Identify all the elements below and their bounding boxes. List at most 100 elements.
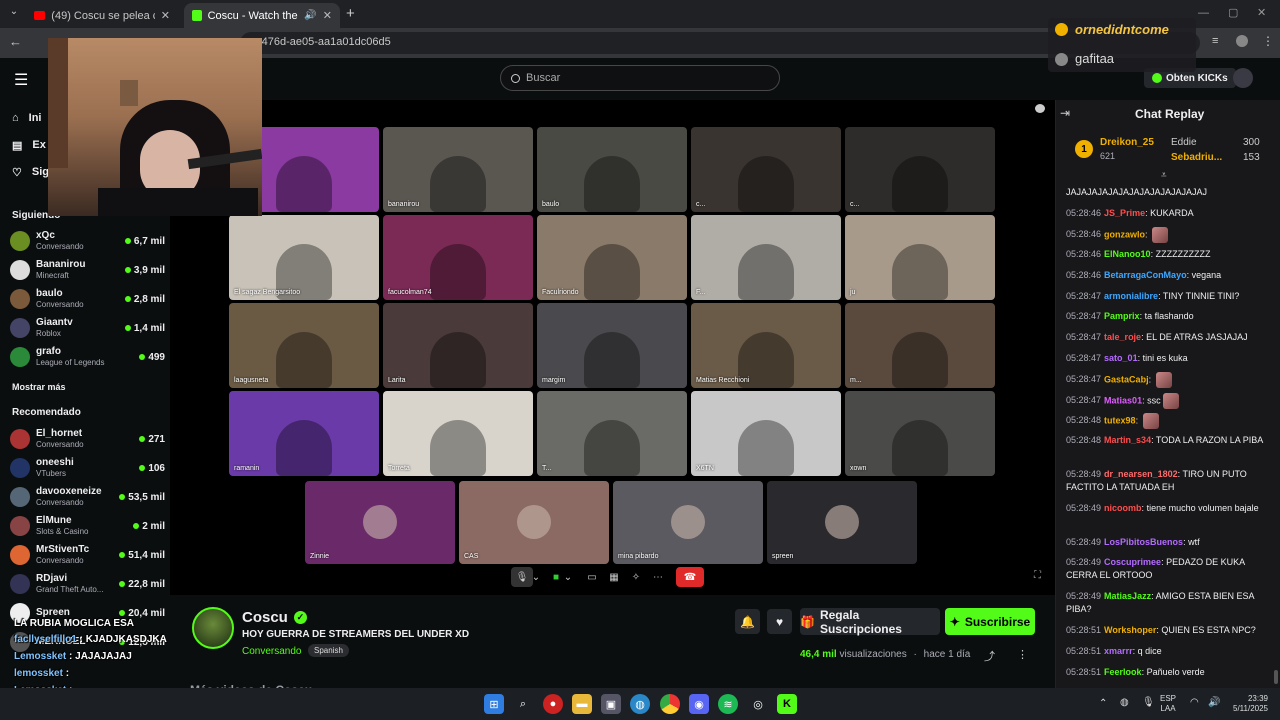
participant-tile[interactable]: Torreta	[383, 391, 533, 476]
message-username[interactable]: MatiasJazz	[1104, 591, 1151, 601]
share-icon[interactable]: ⤴	[984, 648, 995, 664]
sidebar-channel-oneeshi[interactable]: oneeshi VTubers 106	[10, 453, 165, 483]
message-username[interactable]: Workshoper	[1104, 625, 1156, 635]
message-username[interactable]: Matias01	[1104, 395, 1142, 405]
chat-bubble-icon[interactable]	[1035, 104, 1045, 113]
sidebar-channel-bananirou[interactable]: Bananirou Minecraft 3,9 mil	[10, 255, 165, 285]
close-window-icon[interactable]: ✕	[1257, 6, 1266, 19]
participant-tile[interactable]: F...	[691, 215, 841, 300]
participant-tile[interactable]: Larita	[383, 303, 533, 388]
message-username[interactable]: tale_roje	[1104, 332, 1141, 342]
explorer-icon[interactable]: ▬	[572, 694, 592, 714]
sidebar-channel-mrstiventc[interactable]: MrStivenTc Conversando 51,4 mil	[10, 540, 165, 570]
app-red-icon[interactable]: ●	[543, 694, 563, 714]
participant-tile[interactable]: X6TN	[691, 391, 841, 476]
gift-subs-button[interactable]: 🎁 Regala Suscripciones	[800, 608, 940, 636]
participant-tile[interactable]: margim	[537, 303, 687, 388]
participant-tile[interactable]: T...	[537, 391, 687, 476]
participant-tile[interactable]: Zinnie	[305, 481, 455, 564]
tray-chevron-icon[interactable]: ⌃	[1099, 698, 1107, 709]
tray-mic-icon[interactable]: 🎙	[1142, 697, 1155, 708]
camera-options-icon[interactable]: ⌄	[562, 567, 574, 587]
taskbar-search-icon[interactable]: ⌕	[513, 694, 533, 714]
close-icon[interactable]: ✕	[161, 9, 170, 22]
message-username[interactable]: ElNanoo10	[1104, 249, 1151, 259]
kick-app-icon[interactable]: K	[777, 694, 797, 714]
start-icon[interactable]: ⊞	[484, 694, 504, 714]
nav-following[interactable]: ♡ Sig	[12, 166, 49, 179]
participant-tile[interactable]: facucolman74	[383, 215, 533, 300]
back-icon[interactable]: ←	[9, 34, 22, 49]
sidebar-channel-giaantv[interactable]: Giaantv Roblox 1,4 mil	[10, 313, 165, 343]
minimize-icon[interactable]: —	[1198, 7, 1209, 19]
message-username[interactable]: xmarrr	[1104, 646, 1133, 656]
tab-kick[interactable]: Coscu - Watch the VOD on 🔊 ✕	[184, 3, 340, 28]
discord-icon[interactable]: ◉	[689, 694, 709, 714]
grid-view-icon[interactable]: ▦	[603, 567, 625, 587]
speaker-icon[interactable]: 🔊	[304, 10, 316, 21]
participant-tile[interactable]: mina pibardo	[613, 481, 763, 564]
participant-tile[interactable]: m...	[845, 303, 995, 388]
reading-list-icon[interactable]: ≡	[1212, 35, 1218, 47]
search-input[interactable]: Buscar	[500, 65, 780, 91]
participant-tile[interactable]: bananirou	[383, 127, 533, 212]
maximize-icon[interactable]: ▢	[1228, 6, 1238, 19]
sidebar-channel-elmune[interactable]: ElMune Slots & Casino 2 mil	[10, 511, 165, 541]
message-username[interactable]: LosPibitosBuenos	[1104, 537, 1183, 547]
subscribe-button[interactable]: ✦ Suscribirse	[945, 608, 1035, 635]
profile-icon[interactable]	[1236, 35, 1248, 47]
tray-network-icon[interactable]: ◍	[1120, 697, 1129, 708]
hamburger-icon[interactable]: ☰	[14, 70, 28, 90]
participant-tile[interactable]: baulo	[537, 127, 687, 212]
nav-home[interactable]: ⌂ Ini	[12, 112, 42, 124]
options-icon[interactable]: ⋮	[1017, 648, 1028, 661]
new-tab-button[interactable]: +	[346, 5, 355, 22]
mic-options-icon[interactable]: ⌄	[530, 567, 542, 587]
participant-tile[interactable]: laagusneta	[229, 303, 379, 388]
participant-tile[interactable]: Matias Recchioni	[691, 303, 841, 388]
sidebar-channel-rdjavi[interactable]: RDjavi Grand Theft Auto... 22,8 mil	[10, 569, 165, 599]
more-options-icon[interactable]: ⋯	[647, 567, 669, 587]
show-more-link[interactable]: Mostrar más	[12, 382, 66, 392]
participant-tile[interactable]: ramanin	[229, 391, 379, 476]
message-username[interactable]: BetarragaConMayo	[1104, 270, 1187, 280]
language-indicator[interactable]: ESP LAA	[1160, 694, 1176, 714]
message-username[interactable]: Coscuprimee	[1104, 557, 1161, 567]
sidebar-channel-grafo[interactable]: grafo League of Legends 499	[10, 342, 165, 372]
participant-tile[interactable]: CAS	[459, 481, 609, 564]
share-screen-icon[interactable]: ▭	[581, 567, 603, 587]
message-username[interactable]: Martin_s34	[1104, 435, 1151, 445]
participant-tile[interactable]: Faculriondo	[537, 215, 687, 300]
collapse-chat-icon[interactable]: ⇥	[1060, 106, 1070, 120]
participant-tile[interactable]: spreen	[767, 481, 917, 564]
message-username[interactable]: armonialibre	[1104, 291, 1158, 301]
tab-youtube[interactable]: (49) Coscu se pelea con Baulo c ✕	[26, 3, 178, 28]
nav-explore[interactable]: ▤ Ex	[12, 139, 46, 152]
message-username[interactable]: dr_nearsen_1802	[1104, 469, 1178, 479]
message-username[interactable]: Pamprix	[1104, 311, 1140, 321]
menu-icon[interactable]: ⋮	[1262, 34, 1274, 48]
follow-button[interactable]: ♥	[767, 609, 792, 634]
participant-tile[interactable]: ju	[845, 215, 995, 300]
message-username[interactable]: GastaCabj	[1104, 374, 1149, 384]
fullscreen-icon[interactable]: ⛶	[1034, 570, 1041, 581]
effects-icon[interactable]: ✧	[625, 567, 647, 587]
volume-icon[interactable]: 🔊	[1208, 697, 1220, 708]
app-grey-icon[interactable]: ▣	[601, 694, 621, 714]
tab-search-button[interactable]: ⌄	[6, 6, 22, 22]
participant-tile[interactable]: c...	[845, 127, 995, 212]
message-username[interactable]: JS_Prime	[1104, 208, 1145, 218]
clock[interactable]: 23:39 5/11/2025	[1224, 694, 1268, 714]
notifications-button[interactable]: 🔔	[735, 609, 760, 634]
user-avatar[interactable]	[1233, 68, 1253, 88]
message-username[interactable]: tutex98	[1104, 415, 1136, 425]
end-call-button[interactable]: ☎	[676, 567, 704, 587]
message-username[interactable]: gonzawlo	[1104, 229, 1145, 239]
sidebar-channel-el_hornet[interactable]: El_hornet Conversando 271	[10, 424, 165, 454]
participant-tile[interactable]: El sagaz Bengarsitoo	[229, 215, 379, 300]
app-blue-icon[interactable]: ◍	[630, 694, 650, 714]
message-username[interactable]: Feerlook	[1104, 667, 1142, 677]
wifi-icon[interactable]: ◠	[1190, 697, 1199, 708]
chrome-icon[interactable]	[660, 694, 680, 714]
sidebar-channel-davooxeneize[interactable]: davooxeneize Conversando 53,5 mil	[10, 482, 165, 512]
